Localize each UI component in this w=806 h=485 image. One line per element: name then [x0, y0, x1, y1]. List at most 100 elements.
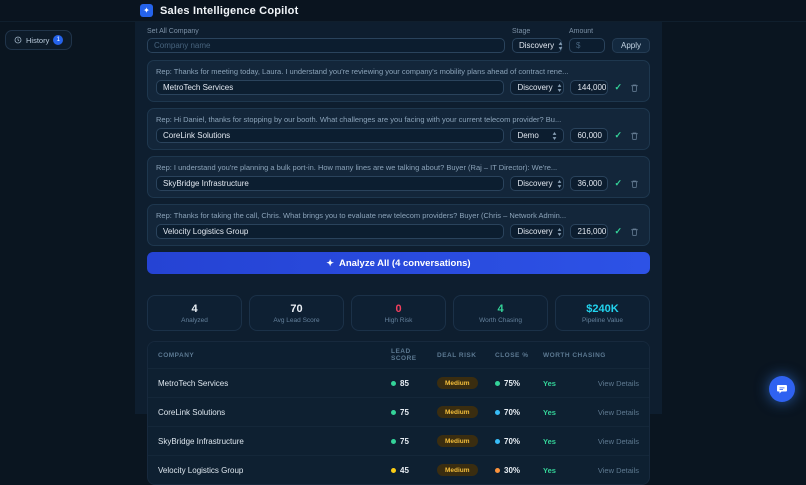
confirm-check-icon[interactable]: ✓: [614, 130, 622, 141]
table-header: COMPANY LEAD SCORE DEAL RISK CLOSE % WOR…: [148, 342, 649, 368]
clock-icon: [14, 36, 22, 44]
conversation-stage-select[interactable]: Discovery: [510, 224, 565, 239]
bulk-company-group: Set All Company Company name: [147, 28, 505, 53]
conversation-amount-input[interactable]: 36,000: [570, 176, 609, 191]
stat-label: Worth Chasing: [479, 316, 522, 324]
conversation-amount-input[interactable]: 216,000: [570, 224, 609, 239]
stat-card-avg-lead-score: 70 Avg Lead Score: [249, 295, 344, 331]
company-cell: SkyBridge Infrastructure: [158, 436, 244, 446]
worth-chasing-cell: Yes: [543, 378, 556, 388]
stage-select[interactable]: Discovery: [511, 38, 563, 53]
deal-risk-badge: Medium: [437, 435, 478, 447]
stat-label: Avg Lead Score: [273, 316, 320, 324]
stage-select-value: Discovery: [518, 41, 555, 50]
conversation-company-input[interactable]: Velocity Logistics Group: [156, 224, 505, 239]
delete-conversation-button[interactable]: [628, 227, 641, 237]
set-all-company-label: Set All Company: [147, 28, 199, 35]
deal-risk-badge: Medium: [437, 377, 478, 389]
conversation-card: Rep: I understand you're planning a bulk…: [147, 156, 650, 198]
conversation-amount-input[interactable]: 144,000: [570, 80, 609, 95]
lead-score-value: 45: [400, 465, 409, 475]
stat-card-high-risk: 0 High Risk: [351, 295, 446, 331]
score-dot-icon: [391, 380, 396, 386]
bulk-amount-group: Amount $: [568, 28, 605, 53]
rep-transcript-text: Rep: Thanks for meeting today, Laura. I …: [156, 67, 569, 76]
chat-widget-button[interactable]: [769, 376, 795, 402]
stat-value: 0: [395, 302, 402, 315]
conversation-stage-select[interactable]: Demo: [510, 128, 565, 143]
table-row: SkyBridge Infrastructure 75 Medium 70% Y…: [148, 426, 649, 455]
company-name-input[interactable]: Company name: [147, 38, 505, 53]
deal-risk-badge: Medium: [437, 464, 478, 476]
score-dot-icon: [391, 467, 396, 473]
conversation-company-input[interactable]: SkyBridge Infrastructure: [156, 176, 505, 191]
lead-score-cell: 75: [391, 408, 437, 417]
conversation-stage-select[interactable]: Discovery: [510, 80, 565, 95]
confirm-check-icon[interactable]: ✓: [614, 226, 622, 237]
col-header-deal-risk: DEAL RISK: [437, 351, 477, 359]
stat-value: 4: [191, 302, 198, 315]
stats-row: 4 Analyzed 70 Avg Lead Score 0 High Risk…: [147, 295, 650, 331]
view-details-link[interactable]: View Details: [581, 466, 639, 475]
analyze-all-button[interactable]: ✦ Analyze All (4 conversations): [147, 252, 650, 274]
delete-conversation-button[interactable]: [628, 83, 641, 93]
conversation-stage-value: Discovery: [517, 179, 553, 188]
confirm-check-icon[interactable]: ✓: [614, 82, 622, 93]
view-details-link[interactable]: View Details: [581, 379, 639, 388]
main-panel: Set All Company Company name Stage Disco…: [135, 22, 662, 485]
lead-score-value: 85: [400, 378, 409, 388]
conversation-stage-value: Discovery: [517, 227, 553, 236]
company-cell: Velocity Logistics Group: [158, 465, 244, 475]
analyze-all-label: Analyze All (4 conversations): [338, 257, 471, 269]
close-pct-cell: 70%: [495, 408, 543, 417]
conversation-stage-value: Discovery: [517, 83, 553, 92]
view-details-link[interactable]: View Details: [581, 437, 639, 446]
rep-transcript-text: Rep: Hi Daniel, thanks for stopping by o…: [156, 115, 562, 124]
results-table: COMPANY LEAD SCORE DEAL RISK CLOSE % WOR…: [147, 341, 650, 485]
conversation-controls: CoreLink Solutions Demo 60,000 ✓: [156, 128, 641, 143]
stat-card-analyzed: 4 Analyzed: [147, 295, 242, 331]
history-button[interactable]: History 1: [5, 30, 73, 50]
view-details-link[interactable]: View Details: [581, 408, 639, 417]
conversation-controls: MetroTech Services Discovery 144,000 ✓: [156, 80, 641, 95]
chevron-up-down-icon: [558, 41, 563, 50]
col-header-close-pct: CLOSE %: [495, 351, 529, 359]
chevron-up-down-icon: [557, 179, 561, 188]
conversation-card: Rep: Hi Daniel, thanks for stopping by o…: [147, 108, 650, 150]
history-count-badge: 1: [53, 35, 64, 45]
confirm-check-icon[interactable]: ✓: [614, 178, 622, 189]
history-label: History: [26, 35, 50, 45]
bulk-stage-group: Stage Discovery: [511, 28, 563, 53]
stat-value: 70: [290, 302, 303, 315]
conversation-company-input[interactable]: CoreLink Solutions: [156, 128, 505, 143]
close-pct-cell: 75%: [495, 379, 543, 388]
stat-label: High Risk: [384, 316, 413, 324]
app-title: Sales Intelligence Copilot: [160, 4, 299, 17]
chevron-up-down-icon: [557, 227, 561, 236]
worth-chasing-cell: Yes: [543, 407, 556, 417]
bulk-set-bar: Set All Company Company name Stage Disco…: [147, 28, 650, 53]
stat-label: Pipeline Value: [581, 316, 624, 324]
conversation-company-input[interactable]: MetroTech Services: [156, 80, 505, 95]
delete-conversation-button[interactable]: [628, 131, 641, 141]
conversation-card: Rep: Thanks for meeting today, Laura. I …: [147, 60, 650, 102]
apply-button[interactable]: Apply: [611, 38, 650, 53]
trash-icon: [631, 180, 638, 188]
conversation-controls: SkyBridge Infrastructure Discovery 36,00…: [156, 176, 641, 191]
close-pct-value: 70%: [504, 407, 521, 417]
close-pct-value: 75%: [504, 378, 521, 388]
trash-icon: [631, 84, 638, 92]
table-row: MetroTech Services 85 Medium 75% Yes Vie…: [148, 368, 649, 397]
top-bar: ✦ Sales Intelligence Copilot: [0, 0, 806, 22]
stage-label: Stage: [511, 28, 531, 35]
delete-conversation-button[interactable]: [628, 179, 641, 189]
col-header-worth-chasing: WORTH CHASING: [543, 351, 606, 359]
amount-input[interactable]: $: [568, 38, 605, 53]
chevron-up-down-icon: [553, 131, 557, 140]
lead-score-cell: 85: [391, 379, 437, 388]
conversation-stage-select[interactable]: Discovery: [510, 176, 565, 191]
conversation-amount-input[interactable]: 60,000: [570, 128, 609, 143]
close-dot-icon: [495, 438, 500, 444]
close-pct-cell: 30%: [495, 466, 543, 475]
stat-card-pipeline-value: $240K Pipeline Value: [555, 295, 650, 331]
